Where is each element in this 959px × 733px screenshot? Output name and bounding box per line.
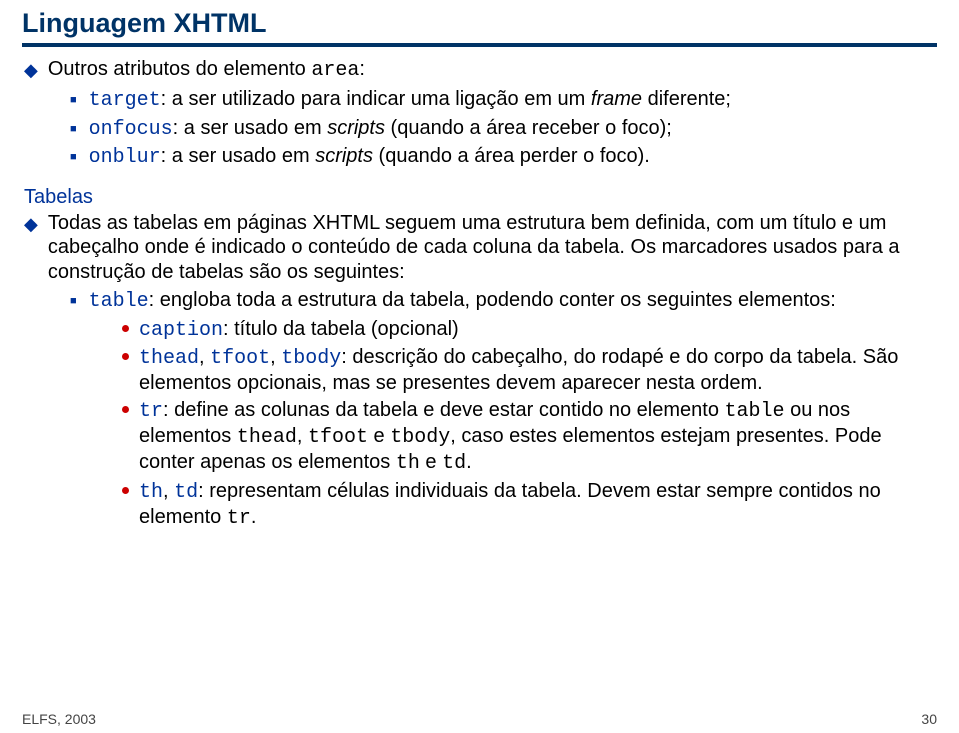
attr-target-text: target: a ser utilizado para indicar uma… (89, 87, 937, 113)
kw-tbody: tbody (281, 347, 341, 370)
tr-p1: : define as colunas da tabela e deve est… (163, 399, 725, 421)
item-th-td: th, td: representam células individuais … (122, 479, 937, 532)
onfocus-p1: : a ser usado em (173, 117, 328, 139)
tr-table: table (725, 400, 785, 423)
dot-bullet-icon (122, 487, 129, 494)
slide: Linguagem XHTML ◆ Outros atributos do el… (0, 0, 959, 733)
kw-th: th (139, 481, 163, 504)
kw-onfocus: onfocus (89, 118, 173, 141)
tr-thead: thead (237, 426, 297, 449)
attr-onfocus: ■ onfocus: a ser usado em scripts (quand… (70, 116, 937, 142)
onfocus-scripts: scripts (327, 117, 385, 139)
section-header: Tabelas (24, 185, 937, 209)
intro-elem: area (311, 59, 359, 82)
caption-text: caption: título da tabela (opcional) (139, 317, 937, 343)
kw-tr: tr (139, 400, 163, 423)
kw-target: target (89, 89, 161, 112)
sub-elements-list: caption: título da tabela (opcional) the… (122, 317, 937, 532)
item-table: ■ table: engloba toda a estrutura da tab… (70, 288, 937, 314)
square-bullet-icon: ■ (70, 94, 77, 107)
tr-td: td (442, 452, 466, 475)
attr-onblur-text: onblur: a ser usado em scripts (quando a… (89, 144, 937, 170)
tr-p3: , (297, 425, 308, 447)
intro-item: ◆ Outros atributos do elemento area: (24, 57, 937, 83)
attr-onfocus-text: onfocus: a ser usado em scripts (quando … (89, 116, 937, 142)
page-number: 30 (921, 711, 937, 727)
table-rest: : engloba toda a estrutura da tabela, po… (149, 289, 836, 311)
target-tail: diferente; (642, 88, 731, 110)
target-p1: : a ser utilizado para indicar uma ligaç… (161, 88, 591, 110)
thtd-p2: . (251, 506, 257, 528)
tables-para-item: ◆ Todas as tabelas em páginas XHTML segu… (24, 211, 937, 284)
square-bullet-icon: ■ (70, 295, 77, 308)
tr-th: th (396, 452, 420, 475)
item-caption: caption: título da tabela (opcional) (122, 317, 937, 343)
intro-prefix: Outros atributos do elemento (48, 58, 311, 80)
item-thead-tfoot-tbody: thead, tfoot, tbody: descrição do cabeça… (122, 345, 937, 396)
kw-thead: thead (139, 347, 199, 370)
kw-tfoot: tfoot (210, 347, 270, 370)
content-area: ◆ Outros atributos do elemento area: ■ t… (22, 57, 937, 532)
tr-text: tr: define as colunas da tabela e deve e… (139, 398, 937, 477)
tables-para: Todas as tabelas em páginas XHTML seguem… (48, 211, 937, 284)
tr-p4: e (368, 425, 390, 447)
kw-caption: caption (139, 319, 223, 342)
thtd-c1: , (163, 480, 174, 502)
attr-onblur: ■ onblur: a ser usado em scripts (quando… (70, 144, 937, 170)
onblur-tail: (quando a área perder o foco). (373, 145, 650, 167)
sep1: , (199, 346, 210, 368)
dot-bullet-icon (122, 325, 129, 332)
tr-tfoot: tfoot (308, 426, 368, 449)
dot-bullet-icon (122, 406, 129, 413)
onfocus-tail: (quando a área receber o foco); (385, 117, 672, 139)
thtd-tr: tr (227, 507, 251, 530)
item-tr: tr: define as colunas da tabela e deve e… (122, 398, 937, 477)
tr-tbody: tbody (390, 426, 450, 449)
attr-target: ■ target: a ser utilizado para indicar u… (70, 87, 937, 113)
kw-onblur: onblur (89, 146, 161, 169)
dot-bullet-icon (122, 353, 129, 360)
kw-table: table (89, 290, 149, 313)
target-frame: frame (591, 88, 642, 110)
table-elements-list: ■ table: engloba toda a estrutura da tab… (70, 288, 937, 532)
onblur-p1: : a ser usado em (161, 145, 316, 167)
square-bullet-icon: ■ (70, 151, 77, 164)
attribute-list: ■ target: a ser utilizado para indicar u… (70, 87, 937, 170)
diamond-bullet-icon: ◆ (24, 60, 38, 82)
diamond-bullet-icon: ◆ (24, 214, 38, 236)
th-td-text: th, td: representam células individuais … (139, 479, 937, 532)
caption-rest: : título da tabela (opcional) (223, 318, 459, 340)
kw-td: td (174, 481, 198, 504)
intro-text: Outros atributos do elemento area: (48, 57, 937, 83)
sep2: , (270, 346, 281, 368)
footer: ELFS, 2003 30 (22, 711, 937, 727)
intro-suffix: : (359, 58, 365, 80)
tr-p7: . (466, 451, 472, 473)
onblur-scripts: scripts (315, 145, 373, 167)
item-table-text: table: engloba toda a estrutura da tabel… (89, 288, 937, 314)
footer-left: ELFS, 2003 (22, 711, 96, 727)
title-underline (22, 43, 937, 47)
tr-p6: e (420, 451, 442, 473)
page-title: Linguagem XHTML (22, 8, 937, 39)
ttt-text: thead, tfoot, tbody: descrição do cabeça… (139, 345, 937, 396)
square-bullet-icon: ■ (70, 123, 77, 136)
